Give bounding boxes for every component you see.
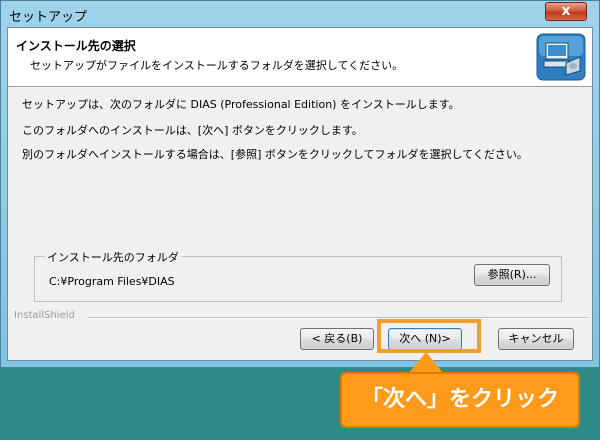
dialog-header: インストール先の選択 セットアップがファイルをインストールするフォルダを選択して… <box>8 28 592 87</box>
back-button[interactable]: < 戻る(B) <box>300 328 374 350</box>
next-button-highlight <box>377 319 481 353</box>
destination-path: C:¥Program Files¥DIAS <box>49 275 175 288</box>
title-bar[interactable]: セットアップ x <box>1 1 599 27</box>
cancel-button[interactable]: キャンセル <box>498 328 574 350</box>
close-button[interactable]: x <box>545 2 587 21</box>
callout-text: 「次へ」をクリック <box>360 387 559 412</box>
info-line-3: 別のフォルダへインストールする場合は、[参照] ボタンをクリックしてフォルダを選… <box>22 148 528 161</box>
window-title: セットアップ <box>9 10 88 25</box>
browse-button[interactable]: 参照(R)... <box>474 264 550 286</box>
instruction-callout: 「次へ」をクリック <box>340 372 580 428</box>
destination-folder-legend: インストール先のフォルダ <box>45 249 181 265</box>
dialog-client-area: インストール先の選択 セットアップがファイルをインストールするフォルダを選択して… <box>7 27 593 361</box>
page-subtitle: セットアップがファイルをインストールするフォルダを選択してください。 <box>30 59 404 72</box>
info-line-1: セットアップは、次のフォルダに DIAS (Professional Editi… <box>22 98 460 111</box>
info-line-2: このフォルダへのインストールは、[次へ] ボタンをクリックします。 <box>22 124 363 137</box>
close-icon: x <box>561 3 571 19</box>
page-title: インストール先の選択 <box>16 39 136 53</box>
brand-label: InstallShield <box>14 310 75 321</box>
computer-install-icon <box>536 33 586 81</box>
callout-pointer <box>408 352 444 374</box>
installer-window: セットアップ x インストール先の選択 セットアップがファイルをインストールする… <box>0 0 600 368</box>
brand-line: InstallShield <box>8 310 592 324</box>
divider <box>88 317 588 319</box>
